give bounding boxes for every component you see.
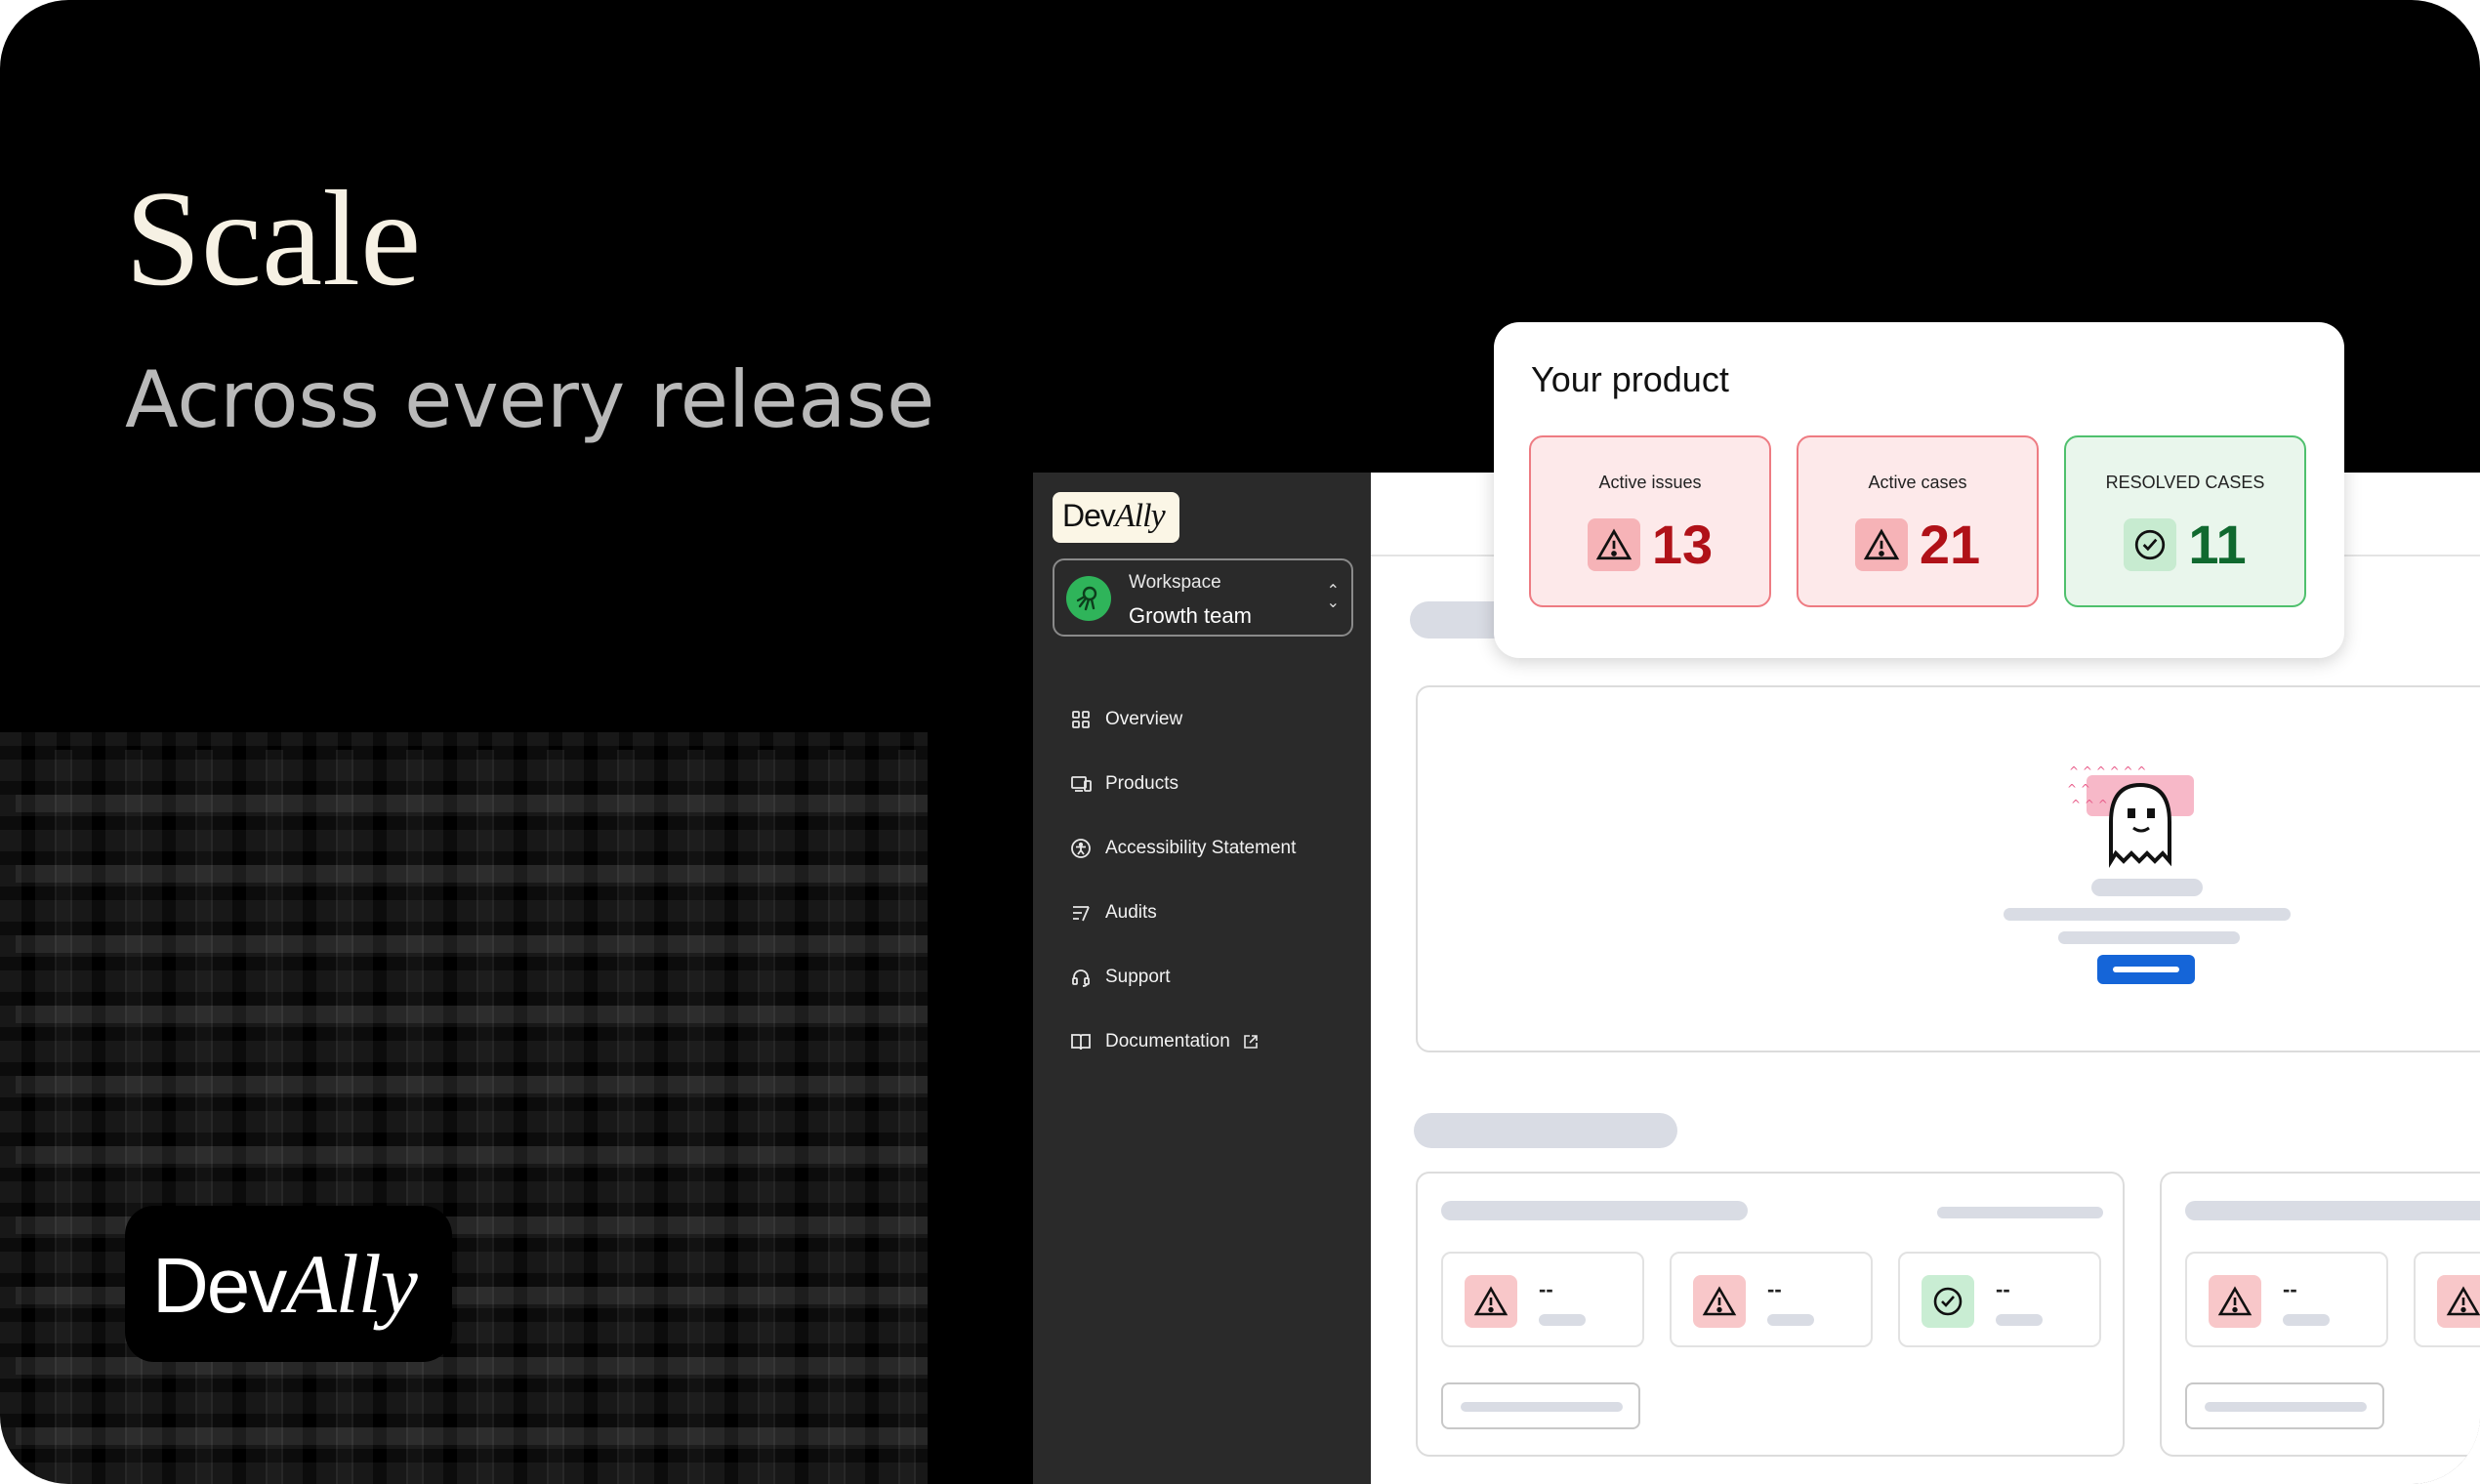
stat-label: Active issues — [1598, 473, 1702, 492]
warning-badge — [1587, 518, 1640, 571]
check-circle-icon — [1933, 1287, 1963, 1316]
sidebar-nav: Overview Products Accessibility Statemen… — [1070, 687, 1296, 1074]
stat-row: 11 — [2066, 515, 2304, 574]
issues-metric: -- — [1441, 1252, 1644, 1347]
empty-state-panel: ^ ^ ^ ^ ^ ^ ^ ^ ^ ^ ^ — [1416, 685, 2480, 1052]
metric-value: -- — [1539, 1277, 1553, 1301]
sidebar-item-accessibility-statement[interactable]: Accessibility Statement — [1070, 816, 1296, 881]
workspace-name: Growth team — [1129, 603, 1252, 628]
sidebar-item-label: Audits — [1105, 902, 1157, 923]
metric-value: -- — [1767, 1277, 1782, 1301]
sidebar-item-support[interactable]: Support — [1070, 945, 1296, 1010]
sidebar-item-label: Support — [1105, 967, 1171, 987]
svg-text:^ ^ ^: ^ ^ ^ — [2071, 798, 2108, 811]
metric-label-placeholder — [2283, 1314, 2330, 1326]
ghost-illustration: ^ ^ ^ ^ ^ ^ ^ ^ ^ ^ ^ — [2067, 765, 2194, 868]
logo-dev-text: Dev — [152, 1242, 287, 1329]
success-badge — [2124, 518, 2177, 571]
card-action-button[interactable] — [1441, 1382, 1640, 1429]
hero-title: Scale — [125, 163, 422, 314]
sidebar-item-audits[interactable]: Audits — [1070, 881, 1296, 945]
warning-icon — [1473, 1286, 1509, 1316]
metric-label-placeholder — [1767, 1314, 1814, 1326]
card-title-placeholder — [1441, 1201, 1748, 1220]
warning-icon — [1702, 1286, 1737, 1316]
sidebar-logo[interactable]: DevAlly — [1053, 492, 1179, 543]
hero-subtitle: Across every release — [125, 354, 935, 445]
product-card-title: Your product — [1531, 359, 1729, 399]
logo-ally-text: Ally — [285, 1237, 417, 1331]
svg-text:^ ^: ^ ^ — [2067, 782, 2090, 796]
active-cases-stat[interactable]: Active cases 21 — [1797, 435, 2039, 607]
resolved-metric: -- — [1898, 1252, 2101, 1347]
svg-text:^ ^ ^ ^ ^ ^: ^ ^ ^ ^ ^ ^ — [2069, 765, 2146, 778]
cases-metric — [2414, 1252, 2480, 1347]
workspace-label: Workspace — [1129, 572, 1221, 593]
sidebar-item-label: Overview — [1105, 709, 1183, 729]
product-card[interactable]: -- -- -- — [1416, 1172, 2125, 1457]
check-circle-icon — [2135, 529, 2166, 560]
your-product-card: Your product Active issues 13 Active cas… — [1494, 322, 2344, 658]
sidebar-item-label: Documentation — [1105, 1031, 1230, 1051]
stat-row: 13 — [1531, 515, 1769, 574]
audit-icon — [1073, 906, 1090, 922]
sidebar-item-products[interactable]: Products — [1070, 752, 1296, 816]
grid-icon — [1072, 711, 1090, 728]
section-heading-placeholder — [1414, 1113, 1677, 1148]
stat-row: 21 — [1798, 515, 2037, 574]
card-action-button[interactable] — [2185, 1382, 2384, 1429]
accessibility-icon — [1071, 839, 1091, 858]
sidebar-item-label: Products — [1105, 773, 1178, 794]
empty-title-placeholder — [2091, 879, 2203, 896]
stat-label: RESOLVED CASES — [2105, 473, 2265, 492]
warning-badge — [2209, 1275, 2261, 1328]
warning-badge — [2437, 1275, 2480, 1328]
octopus-icon — [1076, 586, 1097, 611]
chevron-updown-icon: ⌃ ⌄ — [1326, 583, 1340, 611]
card-title-placeholder — [2185, 1201, 2480, 1220]
warning-icon — [1863, 528, 1900, 560]
warning-icon — [2217, 1286, 2253, 1316]
resolved-cases-stat[interactable]: RESOLVED CASES 11 — [2064, 435, 2306, 607]
sidebar-item-overview[interactable]: Overview — [1070, 687, 1296, 752]
success-badge — [1922, 1275, 1974, 1328]
devally-logo: DevAlly — [125, 1206, 452, 1362]
warning-icon — [2446, 1286, 2480, 1316]
devices-icon — [1071, 776, 1092, 792]
hero-canvas: Scale Across every release DevAlly DevAl… — [0, 0, 2480, 1484]
stat-value: 13 — [1651, 514, 1714, 575]
workspace-avatar — [1066, 576, 1111, 621]
workspace-switcher[interactable]: Workspace Growth team ⌃ ⌄ — [1053, 558, 1353, 637]
sidebar-item-label: Accessibility Statement — [1105, 838, 1297, 858]
active-issues-stat[interactable]: Active issues 13 — [1529, 435, 1771, 607]
warning-badge — [1693, 1275, 1746, 1328]
empty-state-cta-button[interactable] — [2097, 955, 2195, 984]
metric-label-placeholder — [1539, 1314, 1586, 1326]
metric-value: -- — [2283, 1277, 2297, 1301]
stat-value: 11 — [2188, 514, 2247, 575]
warning-badge — [1854, 518, 1908, 571]
card-meta-placeholder — [1937, 1207, 2103, 1218]
external-link-icon — [1243, 1035, 1258, 1049]
book-icon — [1071, 1034, 1091, 1051]
sidebar-item-documentation[interactable]: Documentation — [1070, 1010, 1296, 1074]
sidebar-logo-dev: Dev — [1062, 498, 1116, 533]
headset-icon — [1072, 969, 1090, 987]
metric-label-placeholder — [1996, 1314, 2043, 1326]
warning-badge — [1465, 1275, 1517, 1328]
background-pattern-overlay — [16, 750, 928, 1484]
cases-metric: -- — [1670, 1252, 1873, 1347]
empty-text-placeholder — [2004, 908, 2291, 921]
empty-text-placeholder — [2058, 931, 2240, 944]
metric-value: -- — [1996, 1277, 2010, 1301]
issues-metric: -- — [2185, 1252, 2388, 1347]
sidebar-logo-ally: Ally — [1114, 498, 1166, 534]
stat-label: Active cases — [1868, 473, 1967, 492]
product-card[interactable]: -- — [2160, 1172, 2480, 1457]
stat-value: 21 — [1919, 514, 1981, 575]
sidebar: DevAlly Workspace Growth team ⌃ ⌄ Overvie… — [1033, 473, 1371, 1484]
warning-icon — [1595, 528, 1633, 560]
